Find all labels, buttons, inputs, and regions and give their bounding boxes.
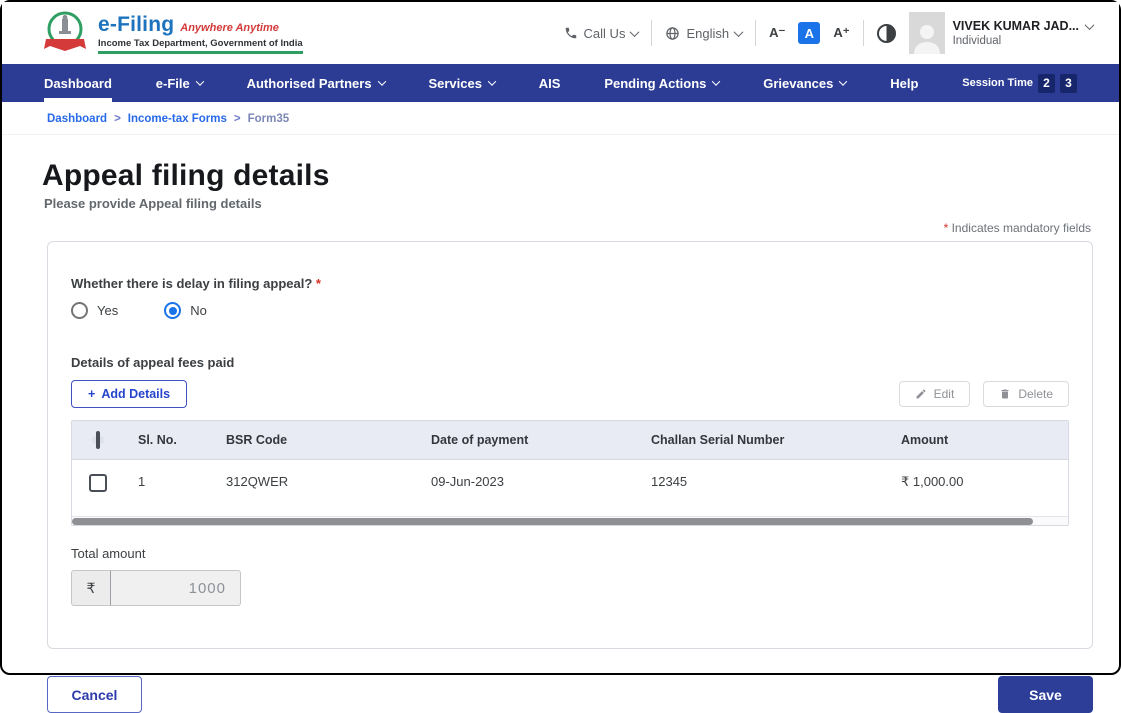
col-header-sl-no: Sl. No. (138, 433, 177, 447)
breadcrumb-separator: > (233, 113, 241, 125)
globe-icon (665, 26, 680, 41)
divider (862, 20, 864, 46)
breadcrumb: Dashboard > Income-tax Forms > Form35 (2, 102, 1119, 135)
chevron-down-icon (377, 77, 386, 86)
select-all-checkbox[interactable] (96, 431, 100, 449)
radio-option-yes[interactable]: Yes (71, 302, 118, 319)
nav-item-grievances[interactable]: Grievances (763, 64, 848, 102)
call-us-menu[interactable]: Call Us (564, 25, 640, 41)
session-timer: Session Time 2 3 (962, 64, 1077, 102)
plus-icon: + (88, 387, 96, 401)
session-time-label: Session Time (962, 77, 1033, 89)
total-amount-label: Total amount (71, 546, 146, 561)
chevron-down-icon (195, 77, 204, 86)
table-row: 1 312QWER 09-Jun-2023 12345 ₹ 1,000.00 (72, 459, 1068, 516)
nav-item-ais[interactable]: AIS (539, 64, 561, 102)
nav-item-e-file[interactable]: e-File (156, 64, 204, 102)
nav-item-services[interactable]: Services (428, 64, 497, 102)
save-button[interactable]: Save (998, 676, 1093, 713)
fees-table: Sl. No. BSR Code Date of payment Challan… (71, 420, 1069, 526)
radio-option-no[interactable]: No (164, 302, 207, 319)
total-amount-input[interactable] (111, 570, 241, 606)
cell-bsr-code: 312QWER (226, 474, 289, 489)
avatar (908, 12, 945, 54)
cell-date-of-payment: 09-Jun-2023 (431, 474, 504, 489)
nav-item-help[interactable]: Help (890, 64, 918, 102)
breadcrumb-dashboard[interactable]: Dashboard (47, 113, 107, 125)
chevron-down-icon (487, 77, 497, 86)
fees-table-header: Sl. No. BSR Code Date of payment Challan… (72, 421, 1068, 459)
brand-tagline: Anywhere Anytime (180, 21, 279, 34)
brand-text: e-Filing Anywhere Anytime Income Tax Dep… (98, 13, 303, 54)
col-header-bsr-code: BSR Code (226, 433, 288, 447)
session-seconds: 3 (1059, 73, 1077, 93)
cell-amount: ₹ 1,000.00 (901, 474, 964, 489)
user-type: Individual (952, 35, 1002, 47)
mandatory-fields-note: * Indicates mandatory fields (943, 221, 1091, 235)
add-details-button[interactable]: + Add Details (71, 380, 188, 408)
table-horizontal-scrollbar[interactable] (72, 516, 1068, 525)
chevron-down-icon (1084, 19, 1095, 30)
font-increase-button[interactable]: A⁺ (833, 25, 849, 41)
user-menu[interactable]: VIVEK KUMAR JAD... Individual (908, 12, 1095, 54)
divider (755, 20, 757, 46)
pencil-icon (915, 388, 927, 400)
page-subtitle: Please provide Appeal filing details (44, 196, 262, 211)
language-label: English (686, 25, 730, 41)
call-us-label: Call Us (583, 25, 626, 41)
contrast-toggle-icon[interactable] (876, 23, 896, 43)
radio-yes-icon[interactable] (71, 302, 88, 319)
breadcrumb-income-tax-forms[interactable]: Income-tax Forms (128, 113, 227, 125)
divider (651, 20, 653, 46)
edit-button[interactable]: Edit (898, 381, 971, 407)
total-amount-group: ₹ (71, 570, 1069, 606)
delay-question-label: Whether there is delay in filing appeal?… (71, 276, 321, 291)
rupee-symbol-addon: ₹ (71, 570, 111, 606)
user-name: VIVEK KUMAR JAD... (952, 19, 1079, 33)
cell-challan-serial-number: 12345 (651, 474, 688, 489)
chevron-down-icon (839, 77, 848, 86)
cancel-button[interactable]: Cancel (47, 676, 142, 713)
fees-section-label: Details of appeal fees paid (71, 355, 235, 370)
breadcrumb-separator: > (114, 113, 121, 125)
brand-name: e-Filing (98, 12, 175, 36)
col-header-amount: Amount (901, 433, 949, 447)
footer-actions: Cancel Save (47, 676, 1093, 713)
col-header-challan-serial-number: Challan Serial Number (651, 433, 785, 447)
fees-toolbar: + Add Details Edit Delete (71, 380, 1069, 408)
chevron-down-icon (630, 26, 640, 37)
font-decrease-button[interactable]: A⁻ (769, 25, 785, 41)
nav-item-dashboard[interactable]: Dashboard (44, 64, 112, 102)
row-checkbox[interactable] (89, 474, 107, 492)
brand-logo-group: e-Filing Anywhere Anytime Income Tax Dep… (42, 9, 303, 57)
language-menu[interactable]: English (665, 25, 744, 41)
chevron-down-icon (712, 77, 721, 86)
phone-icon (564, 26, 578, 40)
nav-item-authorised-partners[interactable]: Authorised Partners (247, 64, 386, 102)
trash-icon (999, 388, 1011, 400)
brand-subtitle: Income Tax Department, Government of Ind… (98, 37, 303, 49)
chevron-down-icon (733, 26, 744, 37)
header-controls: Call Us English A⁻ A A⁺ VIVEK KUMAR JAD.… (564, 12, 1095, 54)
font-normal-button[interactable]: A (798, 22, 821, 44)
delete-button[interactable]: Delete (983, 381, 1069, 407)
cell-sl-no: 1 (138, 474, 146, 489)
breadcrumb-form35: Form35 (247, 113, 290, 125)
radio-no-icon[interactable] (164, 302, 182, 319)
page-title: Appeal filing details (42, 159, 330, 192)
scrollbar-thumb[interactable] (72, 518, 1034, 525)
app-header: e-Filing Anywhere Anytime Income Tax Dep… (2, 2, 1119, 64)
session-minutes: 2 (1037, 73, 1055, 93)
delay-radio-group: Yes No (71, 302, 1069, 319)
main-navbar: Dashboard e-File Authorised Partners Ser… (2, 64, 1119, 102)
nav-item-pending-actions[interactable]: Pending Actions (604, 64, 721, 102)
income-tax-emblem-icon (42, 9, 88, 57)
col-header-date-of-payment: Date of payment (431, 433, 529, 447)
appeal-filing-card: Whether there is delay in filing appeal?… (47, 241, 1093, 649)
